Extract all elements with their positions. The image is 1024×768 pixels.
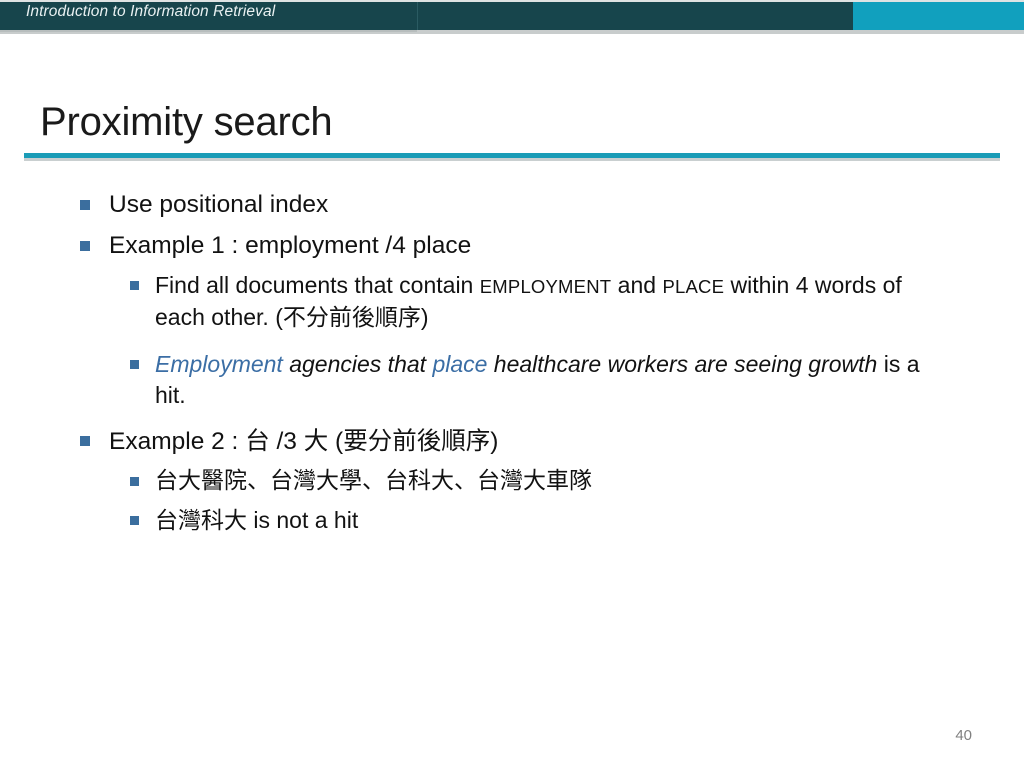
text-fragment: healthcare workers are seeing growth xyxy=(487,350,878,377)
term-employment: EMPLOYMENT xyxy=(479,276,612,298)
bullet-text: Example 1 : employment /4 place xyxy=(109,232,472,260)
list-item: Find all documents that contain EMPLOYME… xyxy=(0,270,1024,334)
list-item: 台大醫院、台灣大學、台科大、台灣大車隊 xyxy=(0,466,1024,498)
cjk-annotation: 要分前後順序 xyxy=(343,426,491,456)
header-underline-left xyxy=(0,30,417,32)
text-fragment: and xyxy=(611,272,663,299)
bullet-marker-icon xyxy=(80,436,90,447)
bullet-text: 台大醫院、台灣大學、台科大、台灣大車隊 xyxy=(155,468,592,495)
slide-body: Use positional index Example 1 : employm… xyxy=(0,188,1024,545)
course-title: Introduction to Information Retrieval xyxy=(26,3,276,20)
cjk-term-da: 大 xyxy=(303,426,329,456)
bullet-text: Example 2 : 台 /3 大 (要分前後順序) xyxy=(109,424,498,458)
cjk-term-taiwankeda: 台灣科大 xyxy=(155,507,247,534)
term-place: PLACE xyxy=(662,276,725,298)
highlight-employment: Employment xyxy=(155,350,283,377)
bullet-marker-icon xyxy=(80,241,90,252)
text-fragment: /3 xyxy=(269,428,304,456)
text-fragment: agencies that xyxy=(282,350,433,377)
header-top-strip xyxy=(0,0,1024,2)
list-item: Example 2 : 台 /3 大 (要分前後順序) xyxy=(0,424,1024,458)
bullet-marker-icon xyxy=(130,359,139,369)
text-fragment: Example 2 : xyxy=(109,428,246,456)
bullet-text: 台灣科大 is not a hit xyxy=(155,505,358,538)
list-item: Employment agencies that place healthcar… xyxy=(0,349,1024,412)
header-divider xyxy=(417,0,418,30)
bullet-text: Employment agencies that place healthcar… xyxy=(155,349,945,412)
bullet-text: Use positional index xyxy=(109,191,329,218)
bullet-marker-icon xyxy=(130,515,139,525)
cjk-annotation: 不分前後順序 xyxy=(282,304,421,331)
bullet-marker-icon xyxy=(130,477,139,487)
bullet-marker-icon xyxy=(80,200,90,210)
page-number: 40 xyxy=(955,727,972,744)
list-item: Example 1 : employment /4 place xyxy=(0,229,1024,262)
text-fragment: ( xyxy=(328,428,344,456)
bullet-text: Find all documents that contain EMPLOYME… xyxy=(155,270,945,334)
cjk-term-tai: 台 xyxy=(245,426,270,456)
list-item: 台灣科大 is not a hit xyxy=(0,505,1024,538)
highlight-place: place xyxy=(432,350,488,377)
slide-header-band: Introduction to Information Retrieval xyxy=(0,0,1024,30)
text-fragment: ) xyxy=(420,303,429,330)
text-fragment: ) xyxy=(490,428,499,456)
text-fragment: Find all documents that contain xyxy=(155,272,480,299)
text-fragment: is not a hit xyxy=(247,506,359,533)
header-accent-panel xyxy=(853,0,1024,30)
list-item: Use positional index xyxy=(0,188,1024,221)
page-title: Proximity search xyxy=(40,100,333,144)
title-rule-shadow xyxy=(24,158,1000,161)
bullet-marker-icon xyxy=(130,281,139,291)
